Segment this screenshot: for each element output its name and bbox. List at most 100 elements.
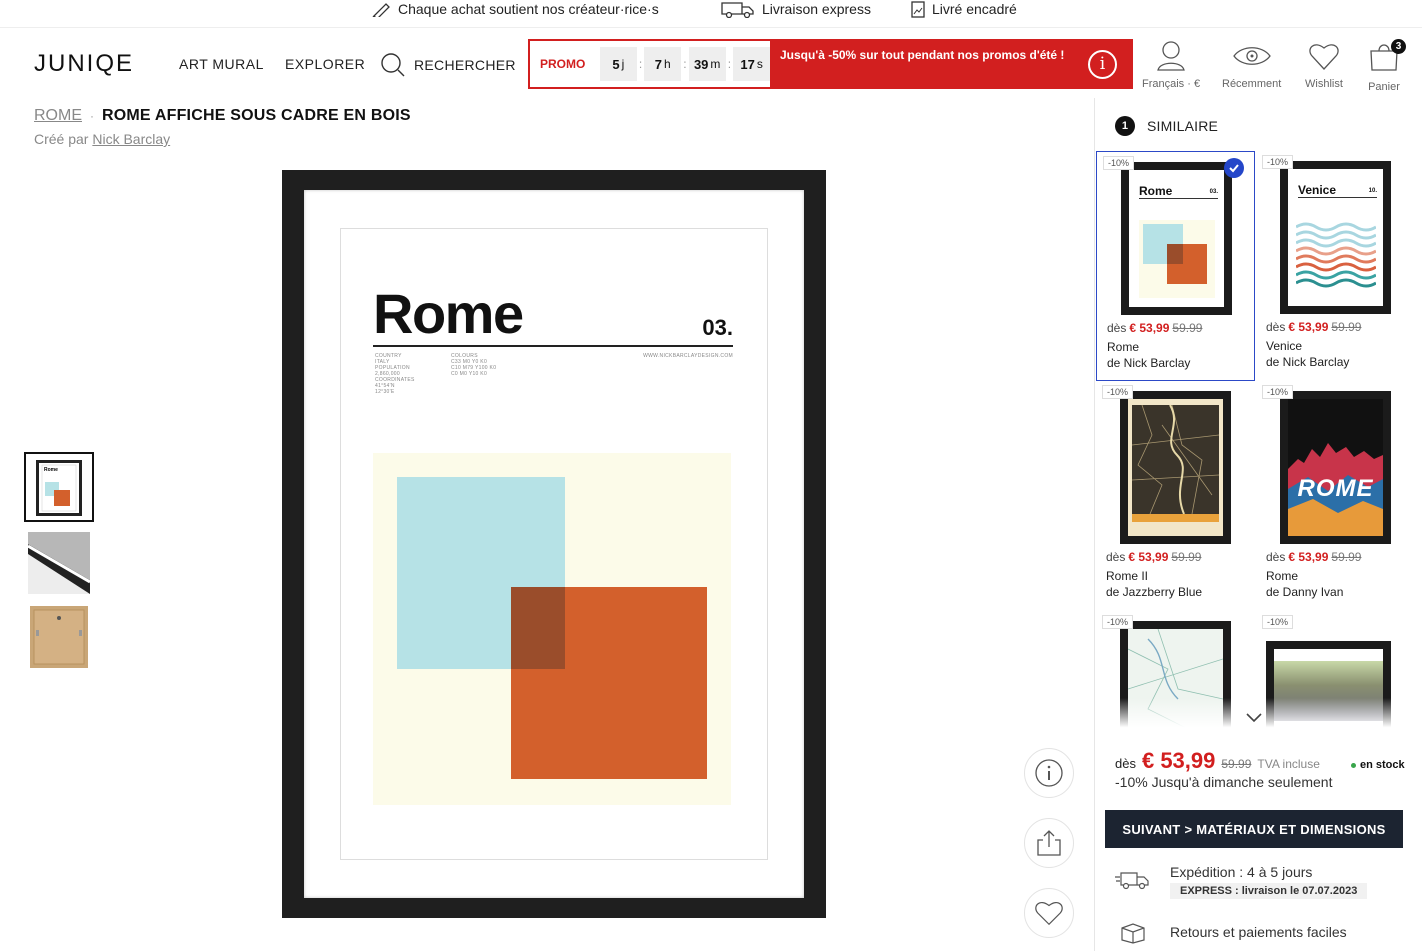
thumbnail-back-image: [28, 606, 90, 668]
nav-art-mural[interactable]: ART MURAL: [179, 56, 264, 72]
eye-icon: [1232, 47, 1271, 65]
search-icon: [381, 53, 405, 77]
old-price: 59.99: [1221, 757, 1252, 771]
mini-poster-waves: [1296, 222, 1376, 288]
poster-rule: [373, 345, 733, 347]
usp-framed-label: Livré encadré: [932, 1, 1017, 17]
discount-badge: -10%: [1262, 385, 1294, 399]
share-button[interactable]: [1024, 818, 1074, 868]
poster-graphic: [373, 453, 731, 805]
thumbnail-front[interactable]: Rome: [24, 452, 94, 522]
heart-icon: [1309, 44, 1339, 70]
product-name: Venice de Nick Barclay: [1266, 339, 1350, 369]
current-price: € 53,99: [1141, 748, 1216, 773]
thumbnail-corner[interactable]: [28, 532, 90, 594]
poster-title: Rome: [373, 282, 524, 345]
countdown-days: 5j: [599, 47, 637, 81]
promo-label: PROMO: [540, 57, 586, 71]
product-price: dès € 53,99 59.99: [1266, 320, 1362, 334]
product-price: dès € 53,99 59.99: [1106, 550, 1202, 564]
promo-countdown: PROMO 5j : 7h : 39 m : 17 s: [530, 41, 770, 87]
configurator-panel: 1 SIMILAIRE -10% Rome 03. dès € 53,99 59…: [1094, 98, 1422, 951]
discount-badge: -10%: [1102, 615, 1134, 629]
discount-badge: -10%: [1103, 156, 1135, 170]
panel-step-header: 1 SIMILAIRE: [1115, 116, 1218, 136]
countdown-hours: 7h: [644, 47, 682, 81]
passepartout: Rome 03. COUNTRY ITALY POPULATION 2,860,000…: [304, 190, 804, 898]
discount-badge: -10%: [1102, 385, 1134, 399]
breadcrumb-rome-link[interactable]: ROME: [34, 107, 82, 125]
returns-box-icon: [1121, 923, 1145, 944]
usp-framed: Livré encadré: [910, 0, 1017, 18]
product-card-rome-danny-ivan[interactable]: -10% ROME dès € 53,99 59.99 Rome de Danny I…: [1256, 381, 1415, 611]
countdown-seconds: 17 s: [733, 47, 770, 81]
nav-explorer[interactable]: EXPLORER: [285, 56, 365, 72]
mini-poster-number: 03.: [1209, 189, 1218, 195]
cart-button[interactable]: 3 Panier: [1368, 39, 1406, 93]
poster-artwork: Rome 03. COUNTRY ITALY POPULATION 2,860,000…: [340, 228, 768, 860]
product-price: dès € 53,99 59.99: [1266, 550, 1362, 564]
cart-count-badge: 3: [1391, 39, 1406, 54]
wishlist-label: Wishlist: [1305, 78, 1343, 90]
chevron-down-icon[interactable]: [1245, 712, 1263, 724]
add-to-wishlist-button[interactable]: [1024, 888, 1074, 938]
product-image: Venice 10.: [1280, 161, 1391, 314]
promo-banner[interactable]: PROMO 5j : 7h : 39 m : 17 s Jusqu'à -50% s…: [528, 39, 1133, 89]
recently-viewed-button[interactable]: Récemment: [1222, 40, 1281, 90]
delivery-truck-icon: [1115, 872, 1149, 890]
stock-dot-icon: [1351, 762, 1356, 768]
next-step-button[interactable]: SUIVANT > MATÉRIAUX ET DIMENSIONS: [1105, 810, 1403, 848]
cart-label: Panier: [1368, 81, 1400, 93]
account-button[interactable]: Français · €: [1142, 40, 1200, 90]
juniqe-logo[interactable]: JUNIQE: [34, 50, 134, 78]
creator-link[interactable]: Nick Barclay: [92, 131, 170, 147]
poster-meta-left: COUNTRY ITALY POPULATION 2,860,000 COORDINAT…: [375, 353, 415, 395]
mini-poster-map: [1132, 405, 1219, 514]
mini-poster-title: Venice: [1298, 183, 1337, 197]
mini-poster-number: 10.: [1368, 188, 1377, 194]
info-button[interactable]: [1024, 748, 1074, 798]
search-button[interactable]: RECHERCHER: [380, 52, 516, 78]
thumbnail-back[interactable]: [28, 606, 90, 668]
poster-overlap: [511, 587, 565, 669]
product-name: Rome de Danny Ivan: [1266, 569, 1344, 599]
usp-express: Livraison express: [720, 0, 871, 18]
poster-number: 03.: [702, 315, 733, 340]
product-card-rome-nick-barclay[interactable]: -10% Rome 03. dès € 53,99 59.99 Rome de Nic…: [1096, 151, 1255, 381]
share-icon: [1037, 830, 1061, 856]
step-number: 1: [1115, 116, 1135, 136]
usp-creators-label: Chaque achat soutient nos créateur·rice·…: [398, 1, 659, 17]
express-delivery: EXPRESS : livraison le 07.07.2023: [1170, 883, 1368, 899]
creator-line: Créé par Nick Barclay: [34, 131, 170, 147]
price-from: dès: [1115, 756, 1136, 771]
breadcrumb-separator: ·: [90, 109, 94, 123]
product-card-venice-nick-barclay[interactable]: -10% Venice 10. dès € 53,99 59.99 Venice…: [1256, 151, 1415, 381]
account-label: Français · €: [1142, 78, 1201, 90]
thumbnail-corner-image: [28, 532, 90, 594]
similar-products-grid: -10% Rome 03. dès € 53,99 59.99 Rome de Nic…: [1095, 150, 1415, 740]
frame-icon: [911, 1, 925, 18]
promo-note: -10% Jusqu'à dimanche seulement: [1115, 774, 1333, 790]
wishlist-button[interactable]: Wishlist: [1305, 40, 1343, 90]
discount-badge: -10%: [1262, 615, 1294, 629]
mini-poster-title: ROME: [1297, 475, 1374, 502]
poster-meta-colours: COLOURS C33 M0 Y0 K0 C10 M79 Y100 K0 C0 M0 …: [451, 353, 497, 377]
promo-info-icon[interactable]: i: [1088, 50, 1117, 79]
usp-bar: Chaque achat soutient nos créateur·rice·…: [0, 0, 1422, 28]
countdown-minutes: 39 m: [688, 47, 726, 81]
product-name: Rome II de Jazzberry Blue: [1106, 569, 1203, 599]
returns-info: Retours et paiements faciles: [1115, 920, 1405, 950]
pen-icon: [372, 3, 390, 17]
poster-meta-url: WWW.NICKBARCLAYDESIGN.COM: [643, 353, 733, 359]
discount-badge: -10%: [1262, 155, 1294, 169]
usp-express-label: Livraison express: [762, 1, 871, 17]
product-name: Rome de Nick Barclay: [1107, 340, 1191, 370]
usp-creators: Chaque achat soutient nos créateur·rice·…: [372, 0, 659, 18]
shipping-time: Expédition : 4 à 5 jours: [1170, 864, 1313, 880]
product-card-rome-ii-jazzberry-blue[interactable]: -10% dès € 53,99 59.99 Rome II de Jazzberry…: [1096, 381, 1255, 611]
search-label: RECHERCHER: [414, 57, 516, 73]
heart-outline-icon: [1035, 901, 1063, 926]
product-image[interactable]: Rome 03. COUNTRY ITALY POPULATION 2,860,000…: [282, 170, 826, 918]
stock-status: en stock: [1351, 759, 1405, 771]
product-image: [1120, 391, 1231, 544]
